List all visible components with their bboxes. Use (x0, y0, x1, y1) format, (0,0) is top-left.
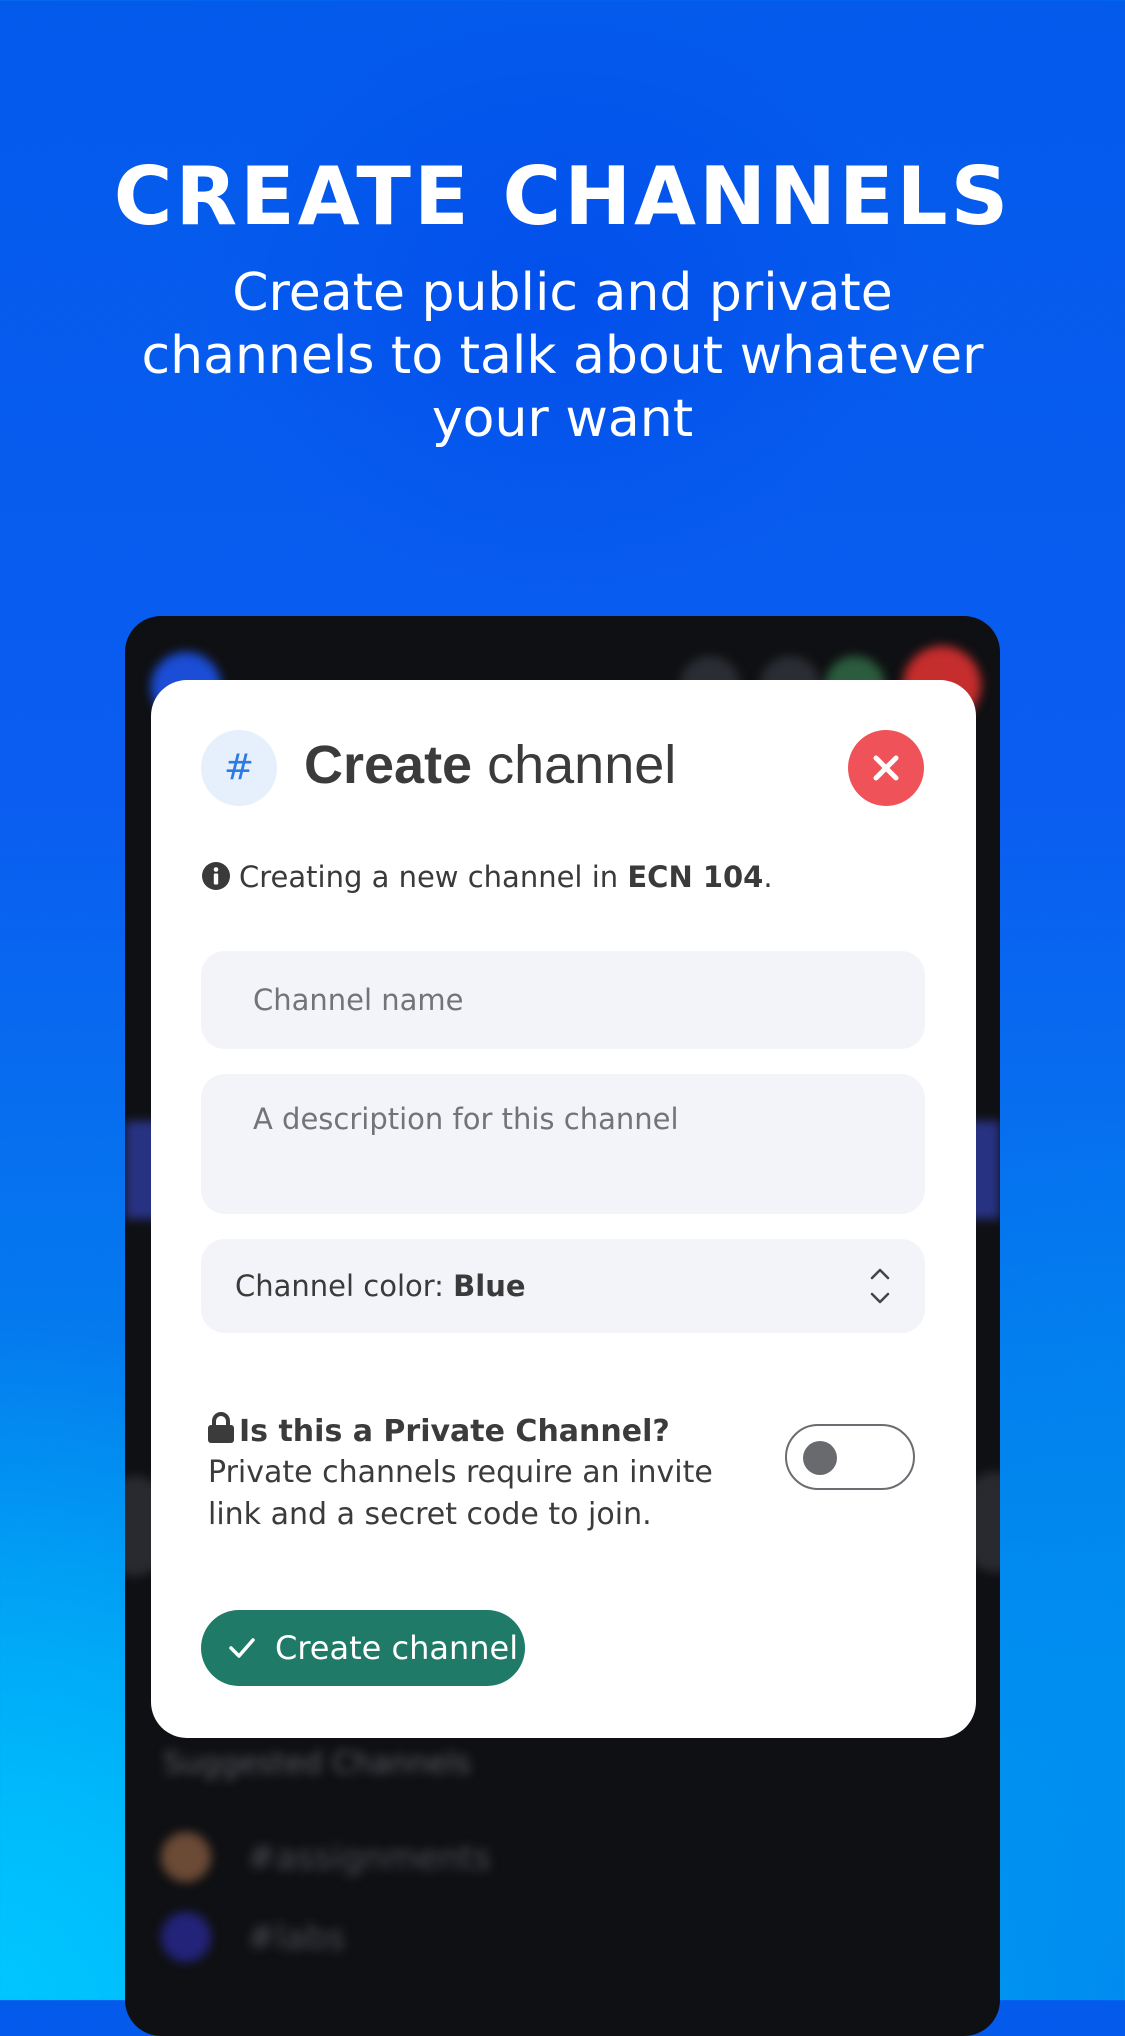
create-channel-modal: # Create channel Creating a new channel … (151, 680, 976, 1738)
private-channel-title: Is this a Private Channel? (207, 1412, 670, 1449)
channel-description-input[interactable] (201, 1074, 925, 1214)
suggested-channel-item: #labs (247, 1918, 346, 1958)
color-value: Blue (453, 1269, 526, 1303)
hero-subtitle: Create public and private channels to ta… (141, 263, 984, 449)
close-icon (873, 755, 899, 781)
channel-dot (161, 1912, 211, 1962)
hash-icon: # (201, 730, 277, 806)
info-icon (201, 861, 231, 898)
color-label: Channel color: (235, 1269, 454, 1303)
private-title-text: Is this a Private Channel? (239, 1414, 670, 1449)
hero-title: CREATE CHANNELS (113, 150, 1012, 243)
chevron-up-down-icon (870, 1268, 890, 1304)
suggested-channel-item: #assignments (247, 1838, 491, 1878)
check-icon (229, 1638, 255, 1658)
modal-title-bold: Create (304, 735, 473, 795)
channel-dot (161, 1832, 211, 1882)
suggested-channels-title: Suggested Channels (163, 1746, 471, 1781)
close-button[interactable] (848, 730, 924, 806)
info-suffix: . (763, 860, 773, 894)
lock-icon (208, 1412, 234, 1443)
modal-title-rest: channel (472, 735, 677, 795)
create-button-label: Create channel (275, 1629, 519, 1667)
info-prefix: Creating a new channel in (239, 860, 628, 894)
private-channel-description: Private channels require an invite link … (208, 1455, 713, 1532)
create-channel-button[interactable]: Create channel (201, 1610, 525, 1686)
info-line: Creating a new channel in ECN 104. (201, 860, 773, 898)
modal-title: Create channel (304, 734, 676, 796)
channel-name-input[interactable] (201, 951, 925, 1049)
private-channel-toggle[interactable] (785, 1424, 915, 1490)
channel-color-select[interactable]: Channel color: Blue (201, 1239, 925, 1333)
course-name: ECN 104 (627, 860, 764, 894)
toggle-knob (803, 1441, 837, 1475)
